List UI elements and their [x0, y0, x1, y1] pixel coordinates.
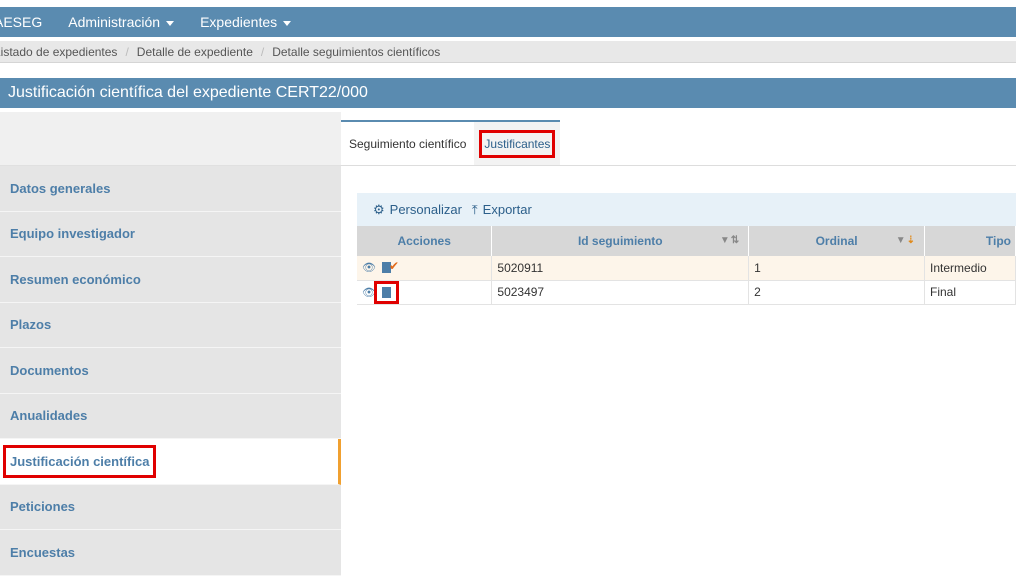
filter-sort-icon[interactable]: ▼⇅: [720, 235, 740, 246]
document-action-highlight[interactable]: [373, 280, 399, 304]
sidebar-item-label: Justificación científica: [2, 444, 157, 478]
sidebar: Datos generales Equipo investigador Resu…: [0, 112, 341, 577]
sidebar-item-encuestas[interactable]: Encuestas: [0, 530, 341, 576]
column-header-label: Ordinal: [815, 234, 858, 248]
table-cell-id: 5023497: [491, 280, 750, 305]
brand-logo[interactable]: AESEG: [0, 14, 42, 30]
sidebar-item-documentos[interactable]: Documentos: [0, 348, 341, 394]
column-header-label: Tipo: [985, 234, 1011, 248]
tab-label: Justificantes: [479, 130, 556, 158]
table-row[interactable]: 👁 5020911 1 Intermedio: [357, 256, 1016, 281]
top-navbar: AESEG Administración Expedientes: [0, 7, 1016, 37]
sidebar-header: [0, 112, 341, 166]
sidebar-item-plazos[interactable]: Plazos: [0, 302, 341, 348]
sidebar-item-label: Equipo investigador: [10, 226, 135, 242]
column-header-label: Id seguimiento: [577, 234, 663, 248]
page-title-bar: Justificación científica del expediente …: [0, 78, 1016, 108]
document-icon[interactable]: [381, 286, 391, 298]
breadcrumb-separator: /: [260, 44, 265, 59]
gear-icon: ⚙: [373, 201, 385, 217]
personalizar-button[interactable]: ⚙ Personalizar: [373, 202, 462, 218]
nav-menu-label: Administración: [68, 14, 161, 30]
export-icon: ⤒: [471, 201, 478, 217]
sidebar-item-label: Anualidades: [10, 408, 88, 424]
tab-seguimiento-cientifico[interactable]: Seguimiento científico: [341, 120, 475, 166]
breadcrumb-item-current: Detalle seguimientos científicos: [272, 44, 441, 59]
document-edit-icon[interactable]: [381, 259, 399, 274]
page-title: Justificación científica del expediente …: [8, 84, 368, 101]
column-header-ordinal[interactable]: Ordinal ▼⇣: [748, 226, 926, 256]
tab-bar: Seguimiento científico Justificantes: [341, 120, 561, 166]
eye-icon[interactable]: 👁: [362, 261, 376, 274]
table-header-row: Acciones Id seguimiento ▼⇅ Ordinal ▼⇣ Ti…: [357, 226, 1016, 256]
table-cell-acciones: 👁: [357, 256, 493, 281]
tab-label: Seguimiento científico: [349, 137, 467, 151]
sidebar-item-peticiones[interactable]: Peticiones: [0, 484, 341, 530]
table-row[interactable]: 👁 5023497 2 Final: [357, 280, 1016, 305]
caret-down-icon: [283, 20, 292, 26]
nav-menu-expedientes[interactable]: Expedientes: [200, 14, 292, 30]
table-cell-tipo: Final: [924, 280, 1016, 305]
nav-menu-administracion[interactable]: Administración: [68, 14, 175, 30]
personalizar-label: Personalizar: [389, 202, 462, 217]
column-header-id-seguimiento[interactable]: Id seguimiento ▼⇅: [491, 226, 750, 256]
table-cell-ordinal: 1: [748, 256, 926, 281]
sidebar-item-justificacion-cientifica[interactable]: Justificación científica: [0, 439, 341, 485]
column-header-acciones: Acciones: [357, 226, 493, 256]
breadcrumb-separator: /: [125, 44, 129, 59]
nav-menu-label: Expedientes: [200, 14, 278, 30]
seguimientos-table: Acciones Id seguimiento ▼⇅ Ordinal ▼⇣ Ti…: [357, 226, 1016, 305]
sidebar-item-label: Peticiones: [10, 499, 76, 515]
sidebar-item-label: Resumen económico: [10, 271, 141, 287]
tab-divider: [341, 165, 1016, 166]
eye-icon[interactable]: 👁: [362, 286, 376, 299]
breadcrumb-item-detalle[interactable]: Detalle de expediente: [137, 45, 253, 59]
caret-down-icon: [166, 20, 175, 26]
table-cell-ordinal: 2: [748, 280, 926, 305]
sidebar-item-label: Plazos: [10, 317, 52, 333]
table-cell-tipo: Intermedio: [924, 256, 1016, 281]
sidebar-item-anualidades[interactable]: Anualidades: [0, 393, 341, 439]
sidebar-item-label: Encuestas: [10, 544, 76, 560]
table-cell-acciones: 👁: [357, 280, 493, 305]
sidebar-item-label: Documentos: [10, 362, 89, 378]
exportar-button[interactable]: ⤒ Exportar: [472, 202, 532, 218]
sidebar-item-resumen-economico[interactable]: Resumen económico: [0, 257, 341, 303]
column-header-label: Acciones: [397, 234, 451, 248]
filter-sort-icon[interactable]: ▼⇣: [896, 235, 916, 246]
sidebar-item-datos-generales[interactable]: Datos generales: [0, 166, 341, 212]
breadcrumb-item-listado[interactable]: Listado de expedientes: [0, 45, 117, 59]
sidebar-item-label: Datos generales: [10, 180, 111, 196]
sidebar-item-equipo-investigador[interactable]: Equipo investigador: [0, 211, 341, 257]
column-header-tipo[interactable]: Tipo: [924, 226, 1016, 256]
table-cell-id: 5020911: [491, 256, 750, 281]
breadcrumb: Listado de expedientes / Detalle de expe…: [0, 41, 1016, 63]
exportar-label: Exportar: [482, 202, 532, 217]
tab-justificantes[interactable]: Justificantes: [474, 120, 561, 166]
grid-toolbar: ⚙ Personalizar ⤒ Exportar: [357, 193, 1016, 226]
